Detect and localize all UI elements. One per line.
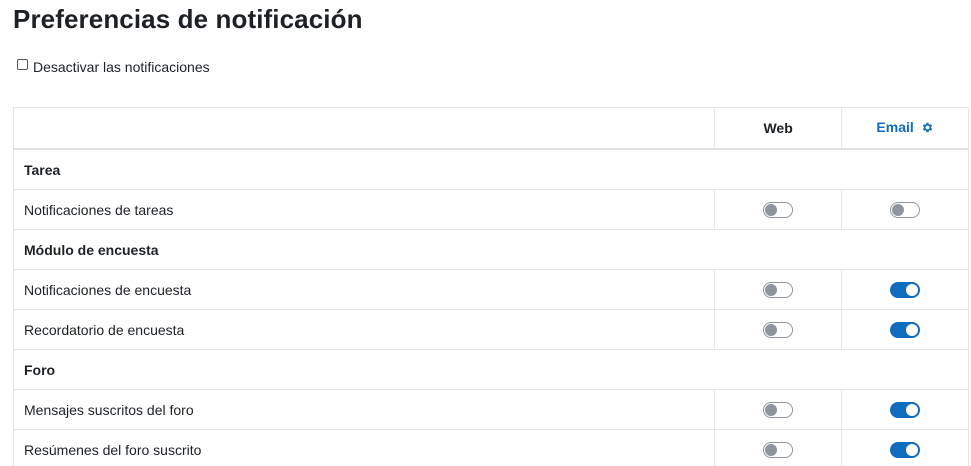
page-title: Preferencias de notificación bbox=[13, 4, 363, 34]
column-email-label: Email bbox=[876, 119, 914, 135]
table-row: Mensajes suscritos del foro bbox=[12, 389, 969, 430]
email-toggle[interactable] bbox=[890, 402, 921, 419]
email-toggle-cell bbox=[841, 389, 969, 430]
table-row: Notificaciones de tareas bbox=[12, 189, 969, 230]
disable-notifications-option[interactable]: Desactivar las notificaciones bbox=[17, 58, 210, 76]
web-toggle[interactable] bbox=[763, 402, 794, 419]
web-toggle[interactable] bbox=[763, 282, 794, 299]
column-header-web: Web bbox=[714, 107, 843, 150]
web-toggle-cell bbox=[714, 389, 843, 430]
email-toggle[interactable] bbox=[890, 442, 921, 459]
toggle-knob bbox=[906, 324, 919, 337]
email-toggle[interactable] bbox=[890, 322, 921, 339]
toggle-knob bbox=[765, 444, 778, 457]
table-row: Resúmenes del foro suscrito bbox=[12, 429, 969, 466]
toggle-knob bbox=[765, 404, 778, 417]
section-row-foro: Foro bbox=[13, 349, 969, 390]
email-toggle-cell bbox=[841, 429, 969, 466]
preference-label: Recordatorio de encuesta bbox=[12, 309, 716, 350]
preference-label: Resúmenes del foro suscrito bbox=[12, 429, 716, 466]
toggle-knob bbox=[906, 404, 919, 417]
section-title: Módulo de encuesta bbox=[13, 229, 969, 270]
email-toggle[interactable] bbox=[890, 282, 921, 299]
email-toggle-cell bbox=[841, 309, 969, 350]
preference-label: Notificaciones de encuesta bbox=[12, 269, 716, 310]
web-toggle-cell bbox=[714, 269, 843, 310]
table-row: Notificaciones de encuesta bbox=[12, 269, 969, 310]
table-row: Recordatorio de encuesta bbox=[12, 309, 969, 350]
section-title: Tarea bbox=[13, 148, 969, 190]
preferences-table: Web Email Tarea Notificaciones de tareas bbox=[12, 107, 969, 466]
web-toggle[interactable] bbox=[763, 202, 794, 219]
disable-notifications-label: Desactivar las notificaciones bbox=[33, 59, 210, 75]
preference-label: Notificaciones de tareas bbox=[12, 189, 716, 230]
notification-preferences-page: Preferencias de notificación Desactivar … bbox=[0, 0, 971, 466]
column-web-label: Web bbox=[763, 120, 793, 136]
disable-notifications-checkbox[interactable] bbox=[17, 58, 28, 70]
column-header-email: Email bbox=[841, 107, 969, 150]
web-toggle-cell bbox=[714, 309, 843, 350]
toggle-knob bbox=[906, 284, 919, 297]
section-row-encuesta: Módulo de encuesta bbox=[13, 229, 969, 270]
toggle-knob bbox=[892, 204, 905, 217]
email-toggle-cell bbox=[841, 269, 969, 310]
toggle-knob bbox=[765, 324, 778, 337]
web-toggle[interactable] bbox=[763, 442, 794, 459]
email-toggle-cell bbox=[841, 189, 969, 230]
toggle-knob bbox=[906, 444, 919, 457]
table-header-row: Web Email bbox=[12, 107, 969, 150]
web-toggle-cell bbox=[714, 189, 843, 230]
preference-label: Mensajes suscritos del foro bbox=[12, 389, 716, 430]
email-toggle[interactable] bbox=[890, 202, 921, 219]
toggle-knob bbox=[765, 284, 778, 297]
toggle-knob bbox=[765, 204, 778, 217]
web-toggle[interactable] bbox=[763, 322, 794, 339]
section-row-tarea: Tarea bbox=[13, 148, 969, 190]
web-toggle-cell bbox=[714, 429, 843, 466]
section-title: Foro bbox=[13, 349, 969, 390]
gear-icon[interactable] bbox=[921, 121, 934, 137]
header-empty-cell bbox=[12, 107, 716, 150]
